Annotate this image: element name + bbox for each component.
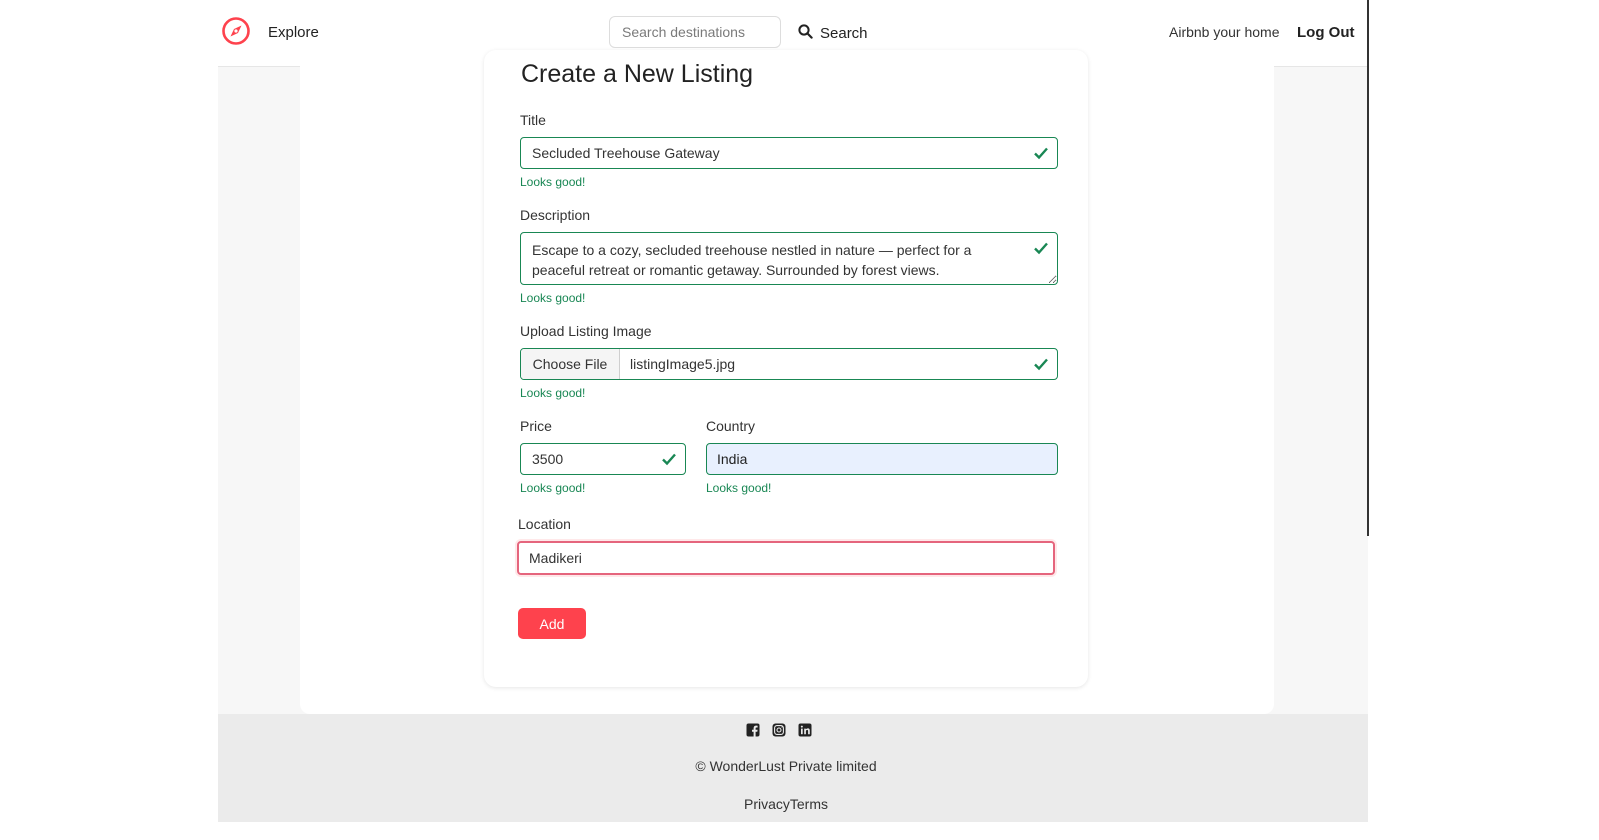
page-title: Create a New Listing — [521, 60, 754, 88]
social-links — [746, 723, 812, 737]
price-feedback: Looks good! — [520, 481, 586, 495]
location-input[interactable] — [517, 541, 1055, 575]
price-valid-check-icon — [661, 451, 677, 467]
country-input[interactable] — [706, 443, 1058, 475]
selected-filename: listingImage5.jpg — [630, 356, 736, 372]
facebook-icon[interactable] — [746, 723, 760, 737]
terms-link[interactable]: Terms — [790, 796, 828, 812]
privacy-link[interactable]: Privacy — [744, 796, 790, 812]
choose-file-button[interactable]: Choose File — [521, 349, 620, 379]
app-frame: Explore Search Airbnb your home Log Out … — [218, 0, 1368, 822]
search-input[interactable] — [609, 16, 781, 48]
copyright-text: © WonderLust Private limited — [695, 758, 877, 774]
description-label: Description — [520, 207, 591, 223]
compass-logo-icon[interactable] — [221, 16, 251, 46]
search-icon — [798, 23, 813, 43]
description-valid-check-icon — [1033, 240, 1049, 256]
window-edge-divider — [1367, 0, 1369, 536]
country-label: Country — [706, 418, 756, 434]
image-valid-check-icon — [1033, 356, 1049, 372]
description-textarea[interactable]: Escape to a cozy, secluded treehouse nes… — [520, 232, 1058, 285]
price-label: Price — [520, 418, 552, 434]
location-label: Location — [518, 516, 571, 532]
description-feedback: Looks good! — [520, 291, 586, 305]
title-label: Title — [520, 112, 546, 128]
add-button[interactable]: Add — [518, 608, 586, 639]
logout-link[interactable]: Log Out — [1297, 24, 1354, 41]
instagram-icon[interactable] — [772, 723, 786, 737]
title-input[interactable] — [520, 137, 1058, 169]
search-button-label: Search — [820, 24, 868, 42]
search-button[interactable]: Search — [798, 18, 868, 48]
legal-links: PrivacyTerms — [218, 796, 1354, 812]
footer: © WonderLust Private limited PrivacyTerm… — [218, 714, 1368, 822]
explore-link[interactable]: Explore — [268, 24, 319, 41]
image-feedback: Looks good! — [520, 386, 586, 400]
image-file-input[interactable]: Choose File listingImage5.jpg — [520, 348, 1058, 380]
title-valid-check-icon — [1033, 145, 1049, 161]
image-label: Upload Listing Image — [520, 323, 652, 339]
title-feedback: Looks good! — [520, 175, 586, 189]
country-feedback: Looks good! — [706, 481, 772, 495]
linkedin-icon[interactable] — [798, 723, 812, 737]
airbnb-your-home-link[interactable]: Airbnb your home — [1169, 24, 1280, 40]
